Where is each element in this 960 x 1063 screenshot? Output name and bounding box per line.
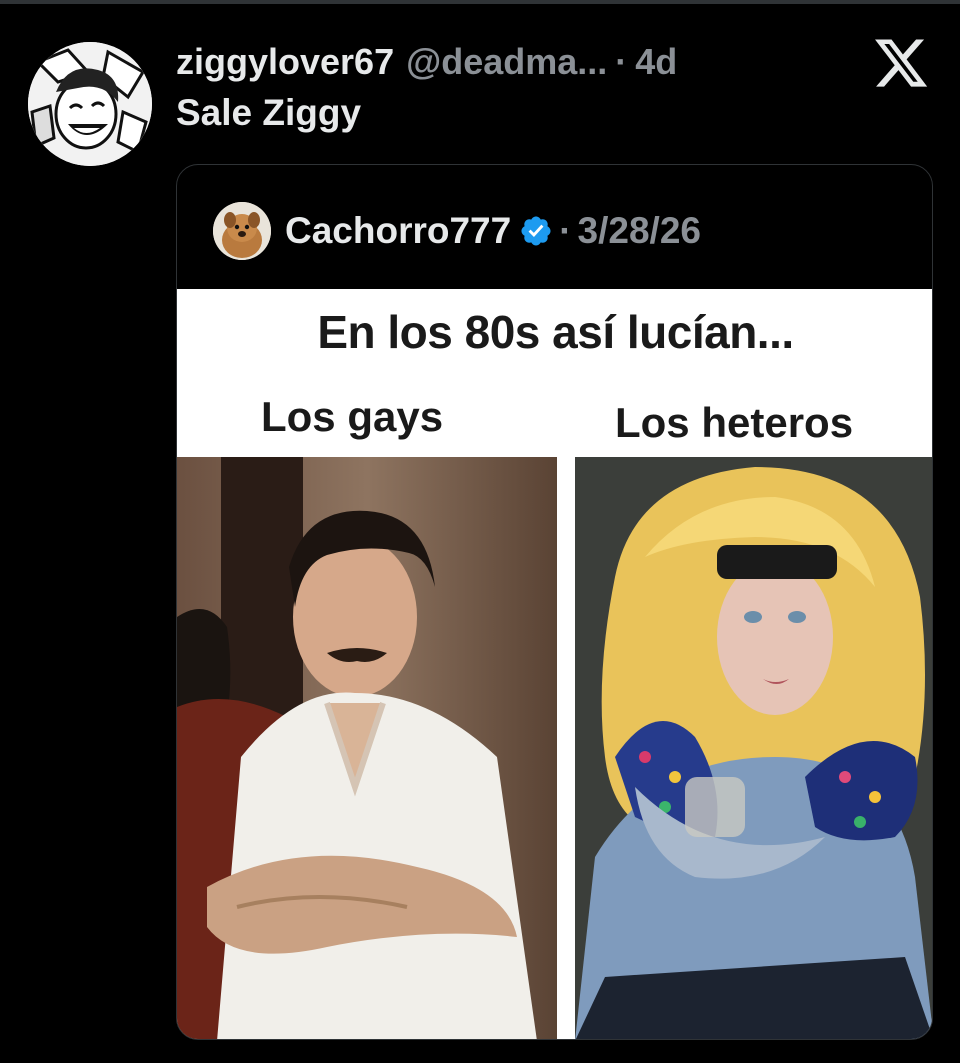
verified-badge-icon [519,214,553,248]
author-handle[interactable]: @deadma... [406,41,607,83]
tweet-text: Sale Ziggy [176,92,362,133]
meme-left-photo [177,457,557,1039]
quoted-tweet-card[interactable]: Cachorro777 · 3/28/26 En los 80s así luc… [176,164,933,1040]
quoted-author-display-name[interactable]: Cachorro777 [285,210,511,252]
x-logo-icon[interactable] [872,34,930,92]
separator-dot: · [615,41,628,82]
separator-dot: · [559,210,572,251]
meme-left-label: Los gays [261,393,444,440]
meme-title: En los 80s así lucían... [317,306,794,358]
meme-image[interactable]: En los 80s así lucían... Los gays Los he… [177,289,932,1039]
meme-right-label: Los heteros [615,399,854,446]
author-avatar[interactable] [28,42,152,166]
author-display-name[interactable]: ziggylover67 [176,41,394,83]
meme-right-photo [575,457,932,1039]
quoted-author-avatar[interactable] [213,202,271,260]
top-divider [0,0,960,4]
quoted-tweet-header: Cachorro777 · 3/28/26 [213,201,701,261]
cartoon-character-avatar-icon [28,42,152,166]
tweet-header: ziggylover67 @deadma... · 4d [176,38,677,86]
tweet-timestamp[interactable]: 4d [635,41,677,83]
dog-avatar-icon [213,202,271,260]
quoted-tweet-date[interactable]: 3/28/26 [578,210,701,252]
